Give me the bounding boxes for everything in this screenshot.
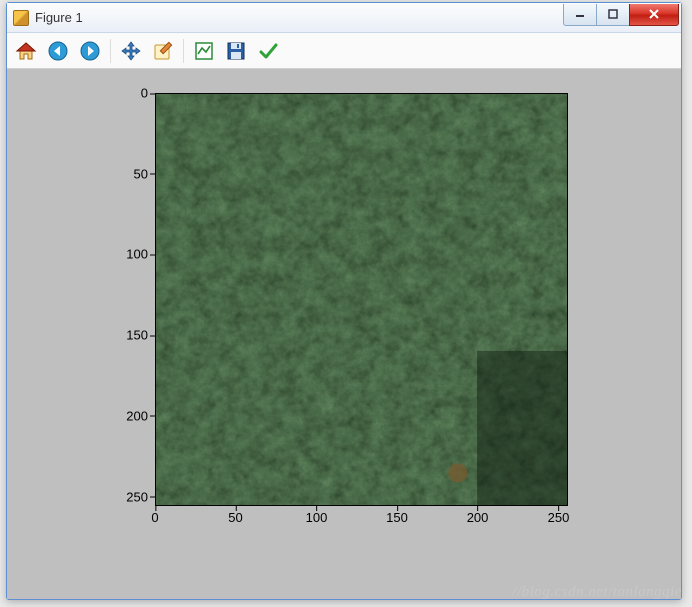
save-button[interactable] (221, 36, 251, 66)
pan-button[interactable] (116, 36, 146, 66)
y-tick: 200 (126, 408, 148, 423)
save-icon (225, 40, 247, 62)
apply-icon (257, 40, 279, 62)
x-tick: 50 (228, 510, 242, 525)
apply-button[interactable] (253, 36, 283, 66)
maximize-button[interactable] (596, 4, 630, 26)
app-icon (13, 10, 29, 26)
titlebar[interactable]: Figure 1 (7, 3, 681, 33)
toolbar (7, 33, 681, 69)
toolbar-separator (110, 39, 111, 63)
plot-image (155, 93, 568, 506)
y-tick: 100 (126, 247, 148, 262)
back-icon (47, 40, 69, 62)
edit-icon (152, 40, 174, 62)
maximize-icon (608, 9, 618, 19)
home-button[interactable] (11, 36, 41, 66)
x-tick: 150 (386, 510, 408, 525)
window-controls (564, 4, 679, 26)
back-button[interactable] (43, 36, 73, 66)
figure-window: Figure 1 (6, 2, 682, 600)
pan-icon (120, 40, 142, 62)
close-button[interactable] (629, 4, 679, 26)
forward-button[interactable] (75, 36, 105, 66)
zoom-button[interactable] (148, 36, 178, 66)
forward-icon (79, 40, 101, 62)
y-tick: 50 (134, 166, 148, 181)
x-tick: 200 (467, 510, 489, 525)
toolbar-separator (183, 39, 184, 63)
x-tick: 250 (548, 510, 570, 525)
y-tick: 250 (126, 489, 148, 504)
subplots-button[interactable] (189, 36, 219, 66)
subplots-icon (193, 40, 215, 62)
x-tick: 0 (151, 510, 158, 525)
axes: 0 50 100 150 200 250 0 50 100 150 200 25… (155, 93, 568, 506)
watermark: //blog.csdn.net/tanlangqie (512, 584, 682, 601)
x-tick: 100 (306, 510, 328, 525)
minimize-icon (575, 9, 585, 19)
y-tick: 150 (126, 328, 148, 343)
y-tick: 0 (141, 86, 148, 101)
window-title: Figure 1 (35, 10, 83, 25)
figure-canvas[interactable]: 0 50 100 150 200 250 0 50 100 150 200 25… (7, 69, 681, 599)
close-icon (648, 8, 660, 20)
home-icon (15, 40, 37, 62)
minimize-button[interactable] (563, 4, 597, 26)
